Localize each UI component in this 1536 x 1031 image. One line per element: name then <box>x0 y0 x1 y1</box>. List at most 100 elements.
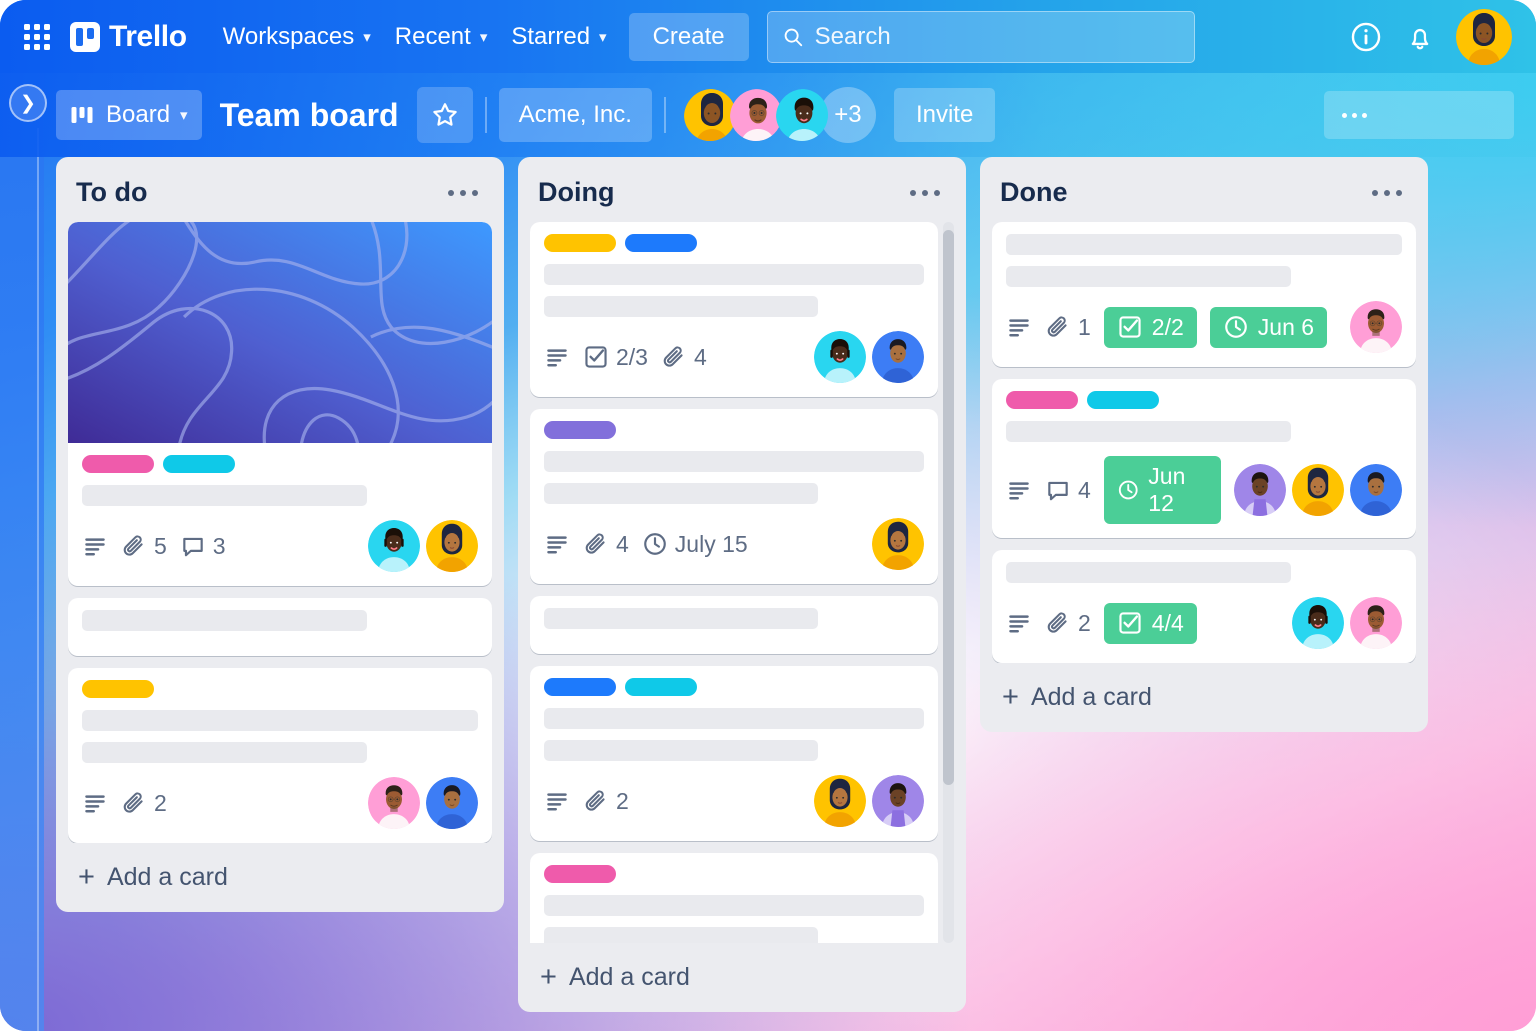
info-circle-icon[interactable] <box>1348 19 1384 55</box>
card-member-avatar[interactable] <box>1350 301 1402 353</box>
board-card[interactable]: 2 <box>530 666 938 841</box>
card-label[interactable] <box>544 865 616 883</box>
card-label[interactable] <box>163 455 235 473</box>
card-labels <box>544 865 924 883</box>
card-badge-description[interactable] <box>1006 610 1032 636</box>
card-badge-description[interactable] <box>1006 314 1032 340</box>
card-member-avatar[interactable] <box>814 331 866 383</box>
board-card[interactable]: 4 4 <box>530 853 938 943</box>
card-badge-attachment[interactable]: 1 <box>1045 314 1091 341</box>
card-member-avatar[interactable] <box>872 331 924 383</box>
board-card[interactable]: 1 2/2 Jun 6 <box>992 222 1416 367</box>
trello-logo[interactable]: Trello <box>70 20 187 54</box>
card-label[interactable] <box>1087 391 1159 409</box>
card-badge-description[interactable] <box>544 531 570 557</box>
card-member-avatar[interactable] <box>814 775 866 827</box>
card-member-avatar[interactable] <box>872 775 924 827</box>
checklist-icon <box>1119 316 1141 338</box>
card-member-avatar[interactable] <box>426 777 478 829</box>
card-badge-checklist[interactable]: 2/2 <box>1103 306 1197 348</box>
board-card[interactable] <box>530 596 938 654</box>
add-card-label: Add a card <box>1030 683 1152 711</box>
add-card-button[interactable]: + Add a card <box>992 667 1416 724</box>
board-list: Doing 2/3 4 4 July 15 2 + Add a card <box>518 157 966 1012</box>
header-divider <box>663 97 666 133</box>
list-menu-button[interactable] <box>904 184 946 202</box>
card-badge-description[interactable] <box>1006 477 1032 503</box>
search-box[interactable] <box>766 10 1195 63</box>
card-label[interactable] <box>1006 391 1078 409</box>
invite-button[interactable]: Invite <box>893 88 996 142</box>
card-badge-attachment[interactable]: 2 <box>1045 610 1091 637</box>
plus-icon: + <box>78 861 95 893</box>
grid-apps-icon[interactable] <box>24 23 50 50</box>
member-avatar[interactable] <box>774 87 830 143</box>
board-card[interactable]: 4 July 15 <box>530 409 938 584</box>
card-title-placeholder <box>1006 266 1292 287</box>
create-button[interactable]: Create <box>628 12 749 61</box>
search-input[interactable] <box>814 22 1180 51</box>
card-badge-clock[interactable]: Jun 12 <box>1103 456 1221 524</box>
star-board-button[interactable] <box>416 87 473 143</box>
card-member-avatar[interactable] <box>1292 464 1344 516</box>
card-label[interactable] <box>82 680 154 698</box>
list-menu-button[interactable] <box>442 184 484 202</box>
card-member-avatar[interactable] <box>368 777 420 829</box>
card-badge-clock[interactable]: Jun 6 <box>1209 306 1328 348</box>
list-menu-button[interactable] <box>1366 184 1408 202</box>
list-scrollbar[interactable] <box>943 222 954 943</box>
board-card[interactable]: 5 3 <box>68 222 492 586</box>
card-member-avatar[interactable] <box>1292 597 1344 649</box>
card-badge-clock[interactable]: July 15 <box>642 531 748 558</box>
add-card-button[interactable]: + Add a card <box>530 947 954 1004</box>
board-card[interactable]: 2 4/4 <box>992 550 1416 663</box>
list-scrollbar-thumb[interactable] <box>943 230 954 785</box>
starred-menu[interactable]: Starred ▾ <box>499 16 618 58</box>
sidebar-expand-button[interactable]: ❯ <box>9 84 47 122</box>
card-member-avatar[interactable] <box>872 518 924 570</box>
card-badge-comment[interactable]: 4 <box>1045 477 1091 504</box>
card-badge-checklist[interactable]: 2/3 <box>583 344 648 371</box>
recent-menu[interactable]: Recent ▾ <box>383 16 500 58</box>
chevron-down-icon: ▾ <box>363 28 371 46</box>
card-badge-description[interactable] <box>544 788 570 814</box>
workspace-name-chip[interactable]: Acme, Inc. <box>498 88 652 142</box>
card-title-placeholder <box>544 296 818 317</box>
card-label[interactable] <box>544 421 616 439</box>
card-member-avatar[interactable] <box>1350 597 1402 649</box>
card-label[interactable] <box>544 234 616 252</box>
card-badge-attachment[interactable]: 4 <box>661 344 707 371</box>
description-icon <box>85 538 105 556</box>
card-badge-description[interactable] <box>82 533 108 559</box>
card-badge-attachment[interactable]: 2 <box>583 788 629 815</box>
card-badge-description[interactable] <box>544 344 570 370</box>
card-badge-description[interactable] <box>82 790 108 816</box>
card-labels <box>82 680 478 698</box>
list-cards: 1 2/2 Jun 6 4 Jun 12 2 4/4 <box>992 222 1416 663</box>
board-view-switcher[interactable]: Board ▾ <box>56 90 202 140</box>
board-card[interactable]: 4 Jun 12 <box>992 379 1416 538</box>
bell-icon[interactable] <box>1402 19 1438 55</box>
card-members <box>872 518 924 570</box>
card-member-avatar[interactable] <box>1350 464 1402 516</box>
card-member-avatar[interactable] <box>426 520 478 572</box>
card-badge-comment[interactable]: 3 <box>180 533 226 560</box>
workspaces-menu[interactable]: Workspaces ▾ <box>211 16 383 58</box>
board-card[interactable]: 2 <box>68 668 492 843</box>
card-badge-attachment[interactable]: 5 <box>121 533 167 560</box>
card-member-avatar[interactable] <box>368 520 420 572</box>
card-badge-attachment[interactable]: 4 <box>583 531 629 558</box>
card-label[interactable] <box>625 678 697 696</box>
card-label[interactable] <box>82 455 154 473</box>
card-member-avatar[interactable] <box>1234 464 1286 516</box>
board-card[interactable]: 2/3 4 <box>530 222 938 397</box>
card-badge-attachment[interactable]: 2 <box>121 790 167 817</box>
card-label[interactable] <box>625 234 697 252</box>
card-label[interactable] <box>544 678 616 696</box>
board-card[interactable] <box>68 598 492 656</box>
add-card-button[interactable]: + Add a card <box>68 847 492 904</box>
list-cards: 2/3 4 4 July 15 2 <box>530 222 954 943</box>
account-avatar[interactable] <box>1456 8 1512 65</box>
board-menu-button[interactable] <box>1324 91 1514 139</box>
card-badge-checklist[interactable]: 4/4 <box>1103 602 1197 644</box>
